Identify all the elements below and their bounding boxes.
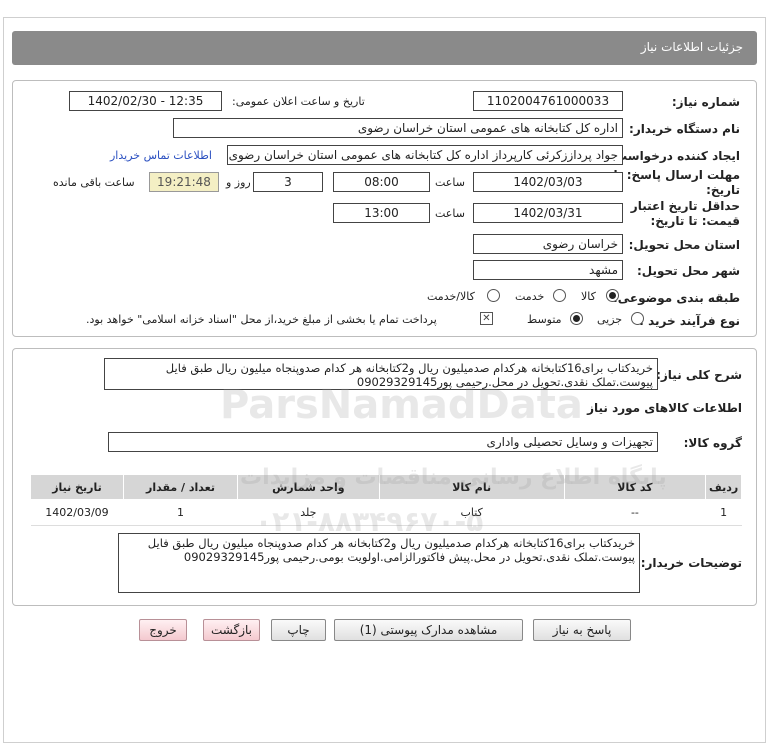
process-option-medium: متوسط	[527, 313, 562, 326]
city-field: مشهد	[473, 260, 623, 280]
exit-button[interactable]: خروج	[139, 619, 187, 641]
goods-group-field: تجهیزات و وسایل تحصیلی واداری	[108, 432, 658, 452]
contact-buyer-link[interactable]: اطلاعات تماس خریدار	[110, 149, 212, 162]
category-radio-goods[interactable]	[606, 289, 619, 302]
reply-button[interactable]: پاسخ به نیاز	[533, 619, 631, 641]
category-radio-service[interactable]	[553, 289, 566, 302]
deadline-time-field: 08:00	[333, 172, 430, 192]
table-row: 1402/03/09 1 جلد کتاب -- 1	[30, 499, 742, 526]
buyer-org-label: نام دستگاه خریدار:	[629, 122, 740, 136]
col-quantity: تعداد / مقدار	[122, 474, 239, 500]
creator-field: جواد پرداززکرئی کارپرداز اداره کل کتابخا…	[227, 145, 623, 165]
page-header: جزئیات اطلاعات نیاز	[12, 31, 757, 65]
remaining-time-field: 19:21:48	[149, 172, 219, 192]
view-docs-button[interactable]: مشاهده مدارک پیوستی (1)	[334, 619, 523, 641]
city-label: شهر محل تحویل:	[636, 264, 740, 278]
col-goods-code: کد کالا	[563, 474, 707, 500]
buyer-desc-field: خریدکتاب برای16کتابخانه هرکدام صدمیلیون …	[118, 533, 640, 593]
days-field: 3	[253, 172, 323, 192]
deadline-date-field: 1402/03/03	[473, 172, 623, 192]
province-field: خراسان رضوی	[473, 234, 623, 254]
process-radio-minor[interactable]	[631, 312, 644, 325]
treasury-checkbox[interactable]: ✕	[480, 312, 493, 325]
remaining-label: ساعت باقی مانده	[53, 176, 135, 189]
deadline-time-label: ساعت	[435, 176, 465, 189]
process-option-minor: جزیی	[597, 313, 623, 326]
summary-field: خریدکتاب برای16کتابخانه هرکدام صدمیلیون …	[104, 358, 658, 390]
category-option-both: کالا/خدمت	[427, 290, 475, 303]
category-option-service: خدمت	[515, 290, 545, 303]
buyer-org-field: اداره کل کتابخانه های عمومی استان خراسان…	[173, 118, 623, 138]
cell-row-number: 1	[705, 499, 742, 526]
days-label: روز و	[226, 176, 251, 189]
category-radio-both[interactable]	[487, 289, 500, 302]
summary-label: شرح کلی نیاز:	[656, 368, 742, 382]
validity-label-1: حداقل تاریخ اعتبار	[630, 199, 740, 213]
goods-group-label: گروه کالا:	[683, 436, 742, 450]
goods-table-header: تاریخ نیاز تعداد / مقدار واحد شمارش نام …	[30, 474, 742, 500]
category-option-goods: کالا	[581, 290, 596, 303]
page-title: جزئیات اطلاعات نیاز	[640, 40, 743, 54]
cell-goods-code: --	[564, 499, 706, 526]
validity-time-field: 13:00	[333, 203, 430, 223]
goods-table: تاریخ نیاز تعداد / مقدار واحد شمارش نام …	[30, 474, 742, 526]
process-radio-medium[interactable]	[570, 312, 583, 325]
col-goods-name: نام کالا	[378, 474, 565, 500]
cell-unit: جلد	[237, 499, 380, 526]
need-number-field: 1102004761000033	[473, 91, 623, 111]
validity-time-label: ساعت	[435, 207, 465, 220]
announce-label: تاریخ و ساعت اعلان عمومی:	[232, 95, 365, 108]
goods-info-title: اطلاعات کالاهای مورد نیاز	[587, 401, 742, 415]
col-unit: واحد شمارش	[237, 474, 380, 500]
process-label: نوع فرآیند خرید :	[639, 314, 740, 328]
deadline-label-1: مهلت ارسال پاسخ: تا	[613, 168, 741, 182]
announce-field: 1402/02/30 - 12:35	[69, 91, 222, 111]
print-button[interactable]: چاپ	[271, 619, 326, 641]
validity-date-field: 1402/03/31	[473, 203, 623, 223]
col-row-number: ردیف	[705, 474, 742, 500]
cell-need-date: 1402/03/09	[30, 499, 124, 526]
creator-label: ایجاد کننده درخواست:	[610, 149, 740, 163]
province-label: استان محل تحویل:	[628, 238, 740, 252]
col-need-date: تاریخ نیاز	[30, 474, 124, 500]
cell-quantity: 1	[123, 499, 238, 526]
payment-note: پرداخت تمام یا بخشی از مبلغ خرید،از محل …	[86, 313, 437, 326]
back-button[interactable]: بازگشت	[203, 619, 260, 641]
cell-goods-name: کتاب	[379, 499, 565, 526]
buyer-desc-label: توضیحات خریدار:	[640, 556, 742, 570]
category-label: طبقه بندی موضوعی:	[612, 291, 740, 305]
validity-label-2: قیمت: تا تاریخ:	[650, 214, 740, 228]
need-number-label: شماره نیاز:	[671, 95, 740, 109]
deadline-label-2: تاریخ:	[706, 183, 740, 197]
